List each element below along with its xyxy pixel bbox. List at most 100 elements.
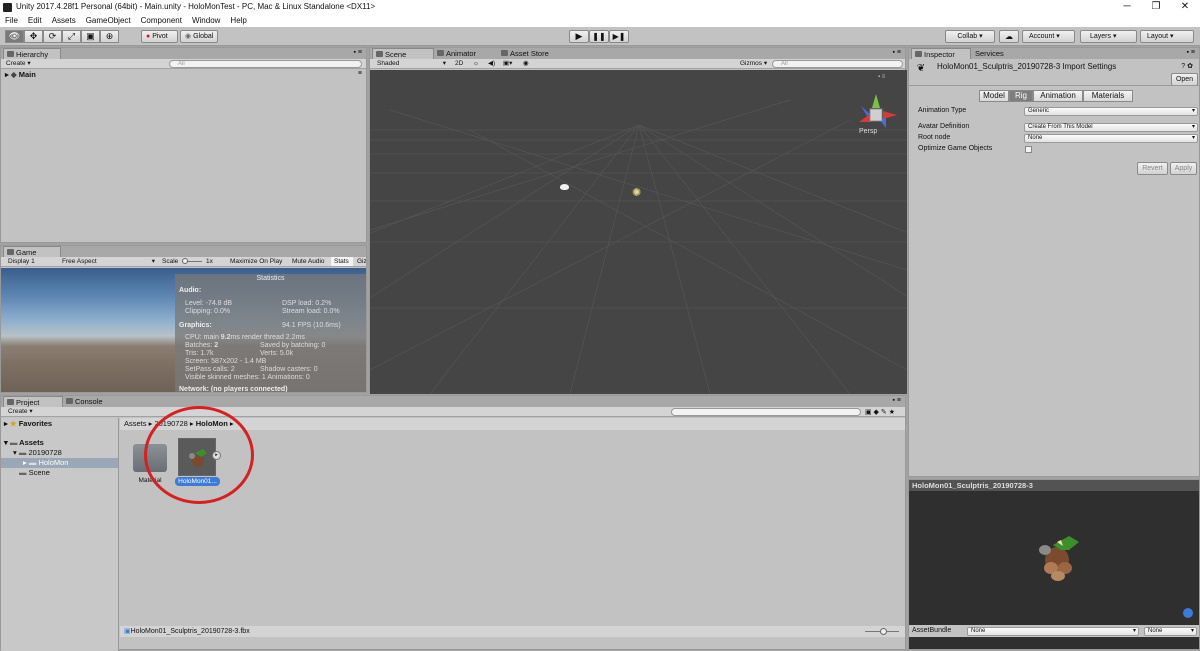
hierarchy-search-placeholder: All xyxy=(178,61,185,67)
tab-animator[interactable]: Animator xyxy=(434,48,498,59)
menu-window[interactable]: Window xyxy=(187,14,225,27)
hand-tool-icon[interactable]: 👁 xyxy=(5,30,24,43)
maximize-on-play-toggle[interactable]: Maximize On Play xyxy=(227,257,287,266)
audio-toggle-icon[interactable]: ◀) xyxy=(485,59,497,68)
project-search-input[interactable] xyxy=(671,408,861,416)
menu-file[interactable]: File xyxy=(0,14,23,27)
scene-search-input[interactable]: All xyxy=(772,60,903,68)
effects-toggle-icon[interactable]: ▣▾ xyxy=(500,59,518,68)
panel-menu-icon[interactable]: ▪ ≡ xyxy=(353,49,362,56)
model-preview-render[interactable] xyxy=(1031,528,1091,584)
scene-view-lock-icon[interactable]: ▪ ≡ xyxy=(878,74,885,80)
pivot-label: Pivot xyxy=(152,33,168,40)
pause-button[interactable]: ❚❚ xyxy=(589,30,609,43)
play-button[interactable]: ▶ xyxy=(569,30,589,43)
inspector-tab-label: Inspector xyxy=(924,50,955,59)
rect-tool-icon[interactable]: ▣ xyxy=(81,30,100,43)
scene-panel-menu-icon[interactable]: ▪ ≡ xyxy=(892,49,901,56)
animator-icon xyxy=(437,50,444,56)
revert-button[interactable]: Revert xyxy=(1137,162,1168,175)
menu-component[interactable]: Component xyxy=(136,14,187,27)
tab-animation-label: Animation xyxy=(1040,91,1076,100)
scene-options-icon[interactable]: ≡ xyxy=(358,70,362,77)
stats-audio-heading: Audio: xyxy=(179,287,202,294)
assetbundle-variant-dropdown[interactable]: None xyxy=(1144,627,1197,636)
tab-inspector[interactable]: Inspector xyxy=(911,48,971,59)
persp-label[interactable]: Persp xyxy=(859,128,877,135)
cloud-icon[interactable]: ☁ xyxy=(999,30,1019,43)
asset-store-tab-label: Asset Store xyxy=(510,49,549,58)
hierarchy-scene-row[interactable]: ▸ ◆ Main xyxy=(5,70,36,80)
maximize-button[interactable]: ❐ xyxy=(1141,0,1171,13)
avatar-definition-dropdown[interactable]: Create From This Model xyxy=(1024,123,1198,132)
hierarchy-create-dropdown[interactable]: Create ▾ xyxy=(3,59,43,68)
tab-asset-store[interactable]: Asset Store xyxy=(498,48,568,59)
step-button[interactable]: ▶❚ xyxy=(609,30,629,43)
preview-play-icon[interactable] xyxy=(1183,608,1193,618)
scene-panel: Scene Animator Asset Store ▪ ≡ Shaded ▾ 2… xyxy=(369,47,907,394)
tab-services[interactable]: Services xyxy=(971,48,1021,59)
assets-row[interactable]: ▾ ▬ Assets xyxy=(4,438,44,448)
hierarchy-icon xyxy=(7,51,14,57)
tab-materials[interactable]: Materials xyxy=(1083,90,1133,102)
optimize-game-objects-checkbox[interactable] xyxy=(1025,146,1032,153)
animation-type-dropdown[interactable]: Generic xyxy=(1024,107,1198,116)
close-button[interactable]: ✕ xyxy=(1170,0,1200,13)
tab-model[interactable]: Model xyxy=(979,90,1009,102)
2d-toggle[interactable]: 2D xyxy=(452,59,466,68)
project-create-dropdown[interactable]: Create ▾ xyxy=(5,407,41,416)
rotate-tool-icon[interactable]: ⟳ xyxy=(43,30,62,43)
icon-size-slider-thumb[interactable] xyxy=(880,628,887,635)
tab-rig[interactable]: Rig xyxy=(1009,90,1033,102)
animation-type-label: Animation Type xyxy=(918,107,967,114)
layout-dropdown[interactable]: Layout ▾ xyxy=(1140,30,1194,43)
folder-holomon-row[interactable]: ▸ ▬ HoloMon xyxy=(1,458,118,468)
account-dropdown[interactable]: Account ▾ xyxy=(1022,30,1075,43)
layers-dropdown[interactable]: Layers ▾ xyxy=(1080,30,1137,43)
collab-button[interactable]: Collab ▾ xyxy=(945,30,995,43)
tab-hierarchy[interactable]: Hierarchy xyxy=(3,48,61,59)
scale-tool-icon[interactable]: ⤢ xyxy=(62,30,81,43)
menu-assets[interactable]: Assets xyxy=(47,14,81,27)
inspector-settings-icon[interactable]: ? ✿ xyxy=(1181,62,1193,70)
menu-gameobject[interactable]: GameObject xyxy=(81,14,136,27)
game-gizmos-toggle[interactable]: Giz xyxy=(354,257,366,266)
assetbundle-name-dropdown[interactable]: None xyxy=(967,627,1139,636)
apply-label: Apply xyxy=(1174,165,1193,172)
tab-scene[interactable]: Scene xyxy=(372,48,434,59)
aspect-dropdown[interactable]: Free Aspect ▾ xyxy=(59,257,157,266)
inspector-menu-icon[interactable]: ▪ ≡ xyxy=(1186,49,1195,56)
hierarchy-search-input[interactable]: All xyxy=(169,60,362,68)
root-node-dropdown[interactable]: None xyxy=(1024,134,1198,143)
apply-button[interactable]: Apply xyxy=(1170,162,1197,175)
favorites-row[interactable]: ▸ ★ Favorites xyxy=(4,419,52,429)
folder-scene-row[interactable]: ▬ Scene xyxy=(19,468,50,478)
shading-mode-dropdown[interactable]: Shaded ▾ xyxy=(374,59,448,68)
project-filter-icons[interactable]: ▣ ◆ ✎ ★ xyxy=(865,408,895,416)
breadcrumb-assets[interactable]: Assets xyxy=(124,419,147,428)
global-toggle[interactable]: ◉ Global xyxy=(180,30,218,43)
scale-slider-thumb[interactable] xyxy=(182,258,188,264)
menu-edit[interactable]: Edit xyxy=(23,14,47,27)
stats-toggle[interactable]: Stats xyxy=(331,257,353,266)
mute-audio-toggle[interactable]: Mute Audio xyxy=(289,257,330,266)
pivot-toggle[interactable]: ● Pivot xyxy=(141,30,178,43)
menu-help[interactable]: Help xyxy=(225,14,251,27)
tab-animation[interactable]: Animation xyxy=(1033,90,1083,102)
transform-tool-icon[interactable]: ⊕ xyxy=(100,30,119,43)
display-dropdown[interactable]: Display 1 xyxy=(5,257,57,266)
project-menu-icon[interactable]: ▪ ≡ xyxy=(892,397,901,404)
minimize-button[interactable]: ─ xyxy=(1112,0,1142,13)
tab-console[interactable]: Console xyxy=(63,396,113,407)
move-tool-icon[interactable]: ✥ xyxy=(24,30,43,43)
light-gizmo-icon[interactable]: ✺ xyxy=(632,186,641,199)
tab-game[interactable]: Game xyxy=(3,246,61,257)
folder-20190728-row[interactable]: ▾ ▬ 20190728 xyxy=(13,448,62,458)
lighting-toggle-icon[interactable]: ☼ xyxy=(470,59,482,68)
scene-viewport[interactable]: ✺ Persp ▪ ≡ xyxy=(370,70,907,394)
scene-visibility-icon[interactable]: ◉ xyxy=(520,59,532,68)
tab-project[interactable]: Project xyxy=(3,396,63,407)
scene-gizmos-dropdown[interactable]: Gizmos ▾ xyxy=(737,59,769,68)
inspector-icon xyxy=(915,51,922,57)
model-object-icon[interactable] xyxy=(560,184,569,190)
